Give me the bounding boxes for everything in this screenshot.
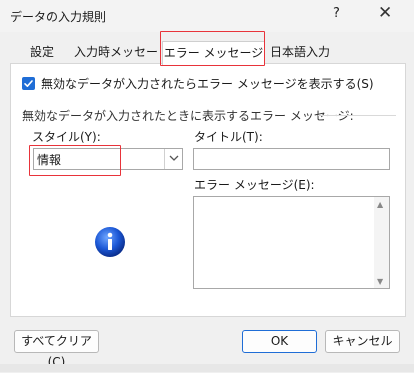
message-scrollbar[interactable]	[374, 197, 389, 288]
error-message-textarea[interactable]	[193, 196, 390, 289]
info-icon	[94, 226, 126, 258]
tab-error-alert[interactable]: エラー メッセージ	[162, 41, 265, 65]
dialog-title: データの入力規則	[10, 10, 107, 24]
show-error-label[interactable]: 無効なデータが入力されたらエラー メッセージを表示する(S)	[41, 75, 374, 92]
tab-ime-mode[interactable]: 日本語入力	[263, 41, 337, 63]
cancel-button[interactable]: キャンセル	[325, 330, 400, 353]
tab-input-message[interactable]: 入力時メッセージ	[70, 41, 162, 81]
style-label: スタイル(Y):	[32, 130, 101, 144]
show-error-checkbox[interactable]	[22, 77, 35, 90]
title-label: タイトル(T):	[194, 130, 263, 144]
dropdown-divider	[164, 149, 165, 169]
ok-button[interactable]: OK	[242, 330, 317, 353]
close-button[interactable]: ✕	[378, 3, 392, 23]
group-title: 無効なデータが入力されたときに表示するエラー メッセージ:	[22, 109, 354, 123]
style-selected-value[interactable]: 情報	[37, 151, 61, 168]
checkmark-icon	[24, 80, 33, 87]
tab-settings[interactable]: 設定	[22, 41, 62, 63]
group-divider	[318, 115, 396, 116]
title-input[interactable]	[193, 148, 390, 170]
scroll-up-icon[interactable]: ▲	[377, 200, 383, 209]
error-message-label: エラー メッセージ(E):	[194, 178, 315, 192]
chevron-down-icon[interactable]	[168, 151, 180, 165]
window-bottom-edge	[0, 364, 414, 372]
help-button[interactable]: ?	[333, 6, 340, 21]
scroll-down-icon[interactable]: ▼	[377, 277, 383, 286]
clear-all-button[interactable]: すべてクリア(C)	[14, 330, 99, 369]
